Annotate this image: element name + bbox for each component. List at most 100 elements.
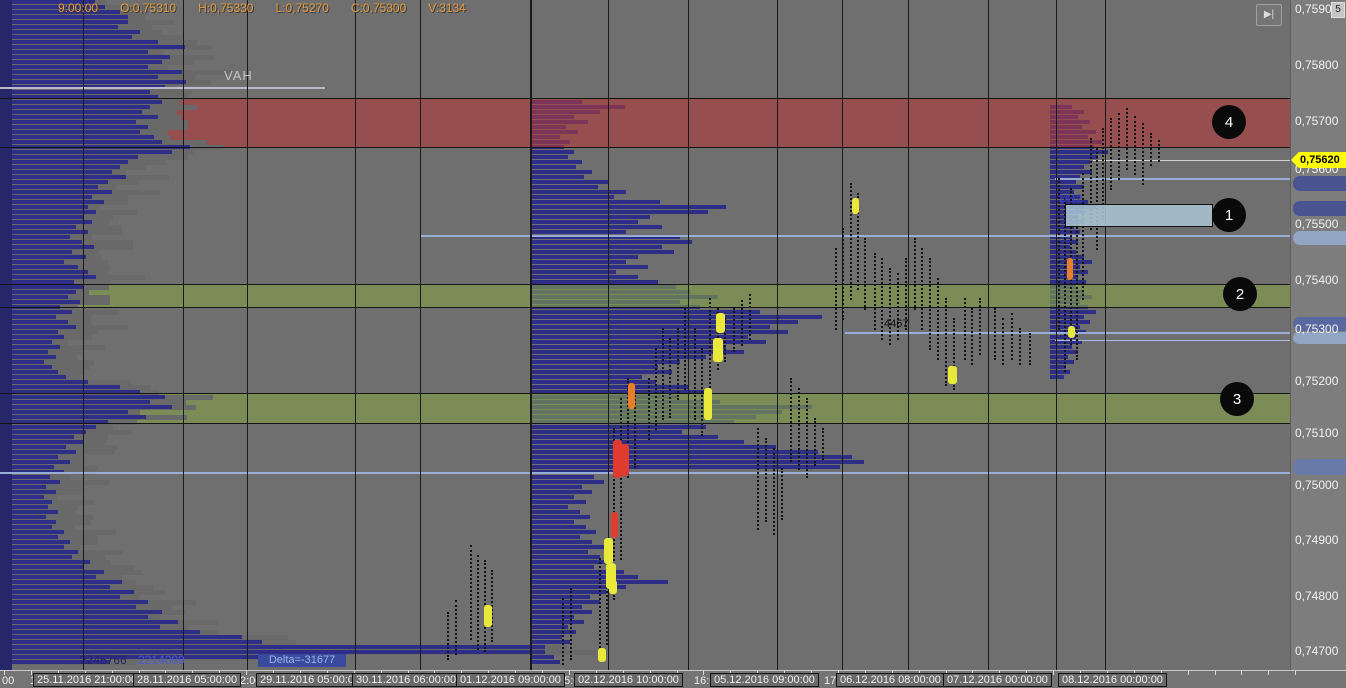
- tick-trail: [864, 238, 866, 310]
- volume-profile-left-bar: [0, 635, 242, 639]
- price-axis-label: 0,75200: [1295, 374, 1338, 388]
- volume-profile-left-bar: [0, 405, 172, 409]
- volume-profile-left-bar: [0, 205, 88, 209]
- volume-profile-left-bar: [0, 55, 170, 59]
- volume-profile-right-bar: [1050, 370, 1070, 374]
- volume-profile-mid-bar: [530, 510, 580, 514]
- volume-profile-left-bar: [0, 245, 94, 249]
- tick-trail: [655, 348, 657, 430]
- volume-profile-right-bar: [1050, 150, 1108, 154]
- ohlc-time: 9:00:00: [58, 1, 98, 15]
- volume-profile-mid-bar: [530, 600, 600, 604]
- volume-hotspot-yellow: [1068, 326, 1075, 338]
- price-axis-label: 0,75100: [1295, 426, 1338, 440]
- time-tick: [1295, 671, 1296, 675]
- price-axis[interactable]: 0,75620 5 0,759000,758000,757000,756000,…: [1290, 0, 1346, 670]
- volume-hotspot-yellow: [604, 538, 613, 564]
- volume-profile-mid-bar: [530, 455, 852, 459]
- tick-trail: [1029, 333, 1031, 365]
- volume-profile-mid-bar: [530, 215, 650, 219]
- volume-profile-mid-bar: [530, 340, 766, 344]
- time-axis[interactable]: 0012:002:003:0014:0015:0016:0017:000:00:…: [0, 670, 1346, 688]
- price-level-line: [1093, 160, 1290, 161]
- session-label: 30.11.2016 06:00:00: [352, 673, 460, 687]
- volume-profile-mid-bar: [530, 535, 580, 539]
- volume-profile-mid-bar: [530, 310, 760, 314]
- volume-profile-mid-bar: [530, 480, 604, 484]
- volume-profile-mid-bar: [530, 485, 582, 489]
- zone-marker-2[interactable]: 2: [1223, 277, 1257, 311]
- volume-profile-left-bar: [0, 230, 88, 234]
- volume-hotspot-red: [621, 444, 629, 476]
- volume-profile-mid-bar: [530, 160, 582, 164]
- session-divider: [777, 0, 778, 670]
- session-divider: [988, 0, 989, 670]
- volume-profile-mid-bar: [530, 360, 680, 364]
- volume-profile-mid-bar: [530, 495, 574, 499]
- volume-profile-right-bar: [1050, 375, 1064, 379]
- tick-trail: [937, 278, 939, 360]
- tick-trail: [814, 418, 816, 466]
- volume-profile-mid-bar: [530, 530, 596, 534]
- volume-profile-left-bar: [0, 590, 134, 594]
- price-level-line: [1055, 340, 1290, 341]
- zone-marker-3[interactable]: 3: [1220, 382, 1254, 416]
- volume-profile-mid-bar: [530, 590, 606, 594]
- volume-profile-mid-bar: [530, 430, 682, 434]
- volume-profile-left-bar: [0, 45, 185, 49]
- tick-trail: [757, 428, 759, 530]
- volume-profile-left-bar: [0, 380, 88, 384]
- tick-trail: [684, 308, 686, 390]
- volume-profile-mid-bar: [530, 190, 626, 194]
- ohlc-volume: V:3134: [428, 1, 466, 15]
- tick-trail: [694, 328, 696, 420]
- plot-area[interactable]: 9:00:00 O:0,75310 H:0,75330 L:0,75270 C:…: [0, 0, 1290, 670]
- corner-badge[interactable]: 5: [1331, 2, 1345, 18]
- tick-trail: [835, 248, 837, 330]
- volume-profile-mid-bar: [530, 635, 562, 639]
- volume-profile-mid-bar: [530, 520, 574, 524]
- volume-profile-mid-bar: [530, 440, 744, 444]
- demand-zone-upper-border-top: [0, 284, 1290, 285]
- volume-profile-mid-bar: [530, 540, 592, 544]
- volume-hotspot-yellow: [713, 338, 723, 362]
- price-level-line: [0, 472, 1290, 474]
- cumulative-volume-2: 2214089: [138, 653, 185, 667]
- volume-profile-left-bar: [0, 25, 118, 29]
- volume-profile-left-bar: [0, 80, 186, 84]
- volume-profile-left-bar: [0, 200, 104, 204]
- tick-trail: [599, 558, 601, 660]
- tick-trail: [874, 253, 876, 330]
- volume-profile-left-bar: [0, 615, 148, 619]
- session-divider: [688, 0, 689, 670]
- volume-profile-left-bar: [0, 115, 158, 119]
- tick-trail: [914, 238, 916, 310]
- session-label: 02.12.2016 10:00:00: [574, 673, 683, 687]
- zone-marker-1[interactable]: 1: [1212, 198, 1246, 232]
- volume-hotspot-red: [611, 512, 618, 538]
- volume-profile-mid-bar: [530, 275, 638, 279]
- volume-profile-mid-bar: [530, 575, 638, 579]
- tick-trail: [994, 308, 996, 360]
- tick-trail: [677, 328, 679, 400]
- tick-trail: [662, 328, 664, 420]
- time-tick: [1215, 671, 1216, 675]
- tick-trail: [971, 308, 973, 365]
- volume-profile-left-bar: [0, 130, 140, 134]
- volume-profile-left-bar: [0, 430, 86, 434]
- tick-trail: [773, 448, 775, 535]
- zone-marker-4[interactable]: 4: [1212, 105, 1246, 139]
- volume-profile-mid-bar: [530, 270, 616, 274]
- accumulation-box[interactable]: [1065, 204, 1213, 227]
- skip-to-end-button[interactable]: ▶|: [1256, 4, 1282, 26]
- tick-trail: [1118, 113, 1120, 180]
- profile-base-strip: [0, 0, 12, 670]
- volume-profile-left-bar: [0, 585, 110, 589]
- ohlc-open: O:0,75310: [120, 1, 176, 15]
- volume-profile-mid-bar: [530, 445, 776, 449]
- session-label: 05.12.2016 09:00:00: [710, 673, 819, 687]
- price-axis-tag: [1293, 459, 1346, 475]
- time-tick: [1053, 671, 1054, 675]
- volume-profile-left-bar: [0, 440, 84, 444]
- volume-profile-left-bar: [0, 140, 162, 144]
